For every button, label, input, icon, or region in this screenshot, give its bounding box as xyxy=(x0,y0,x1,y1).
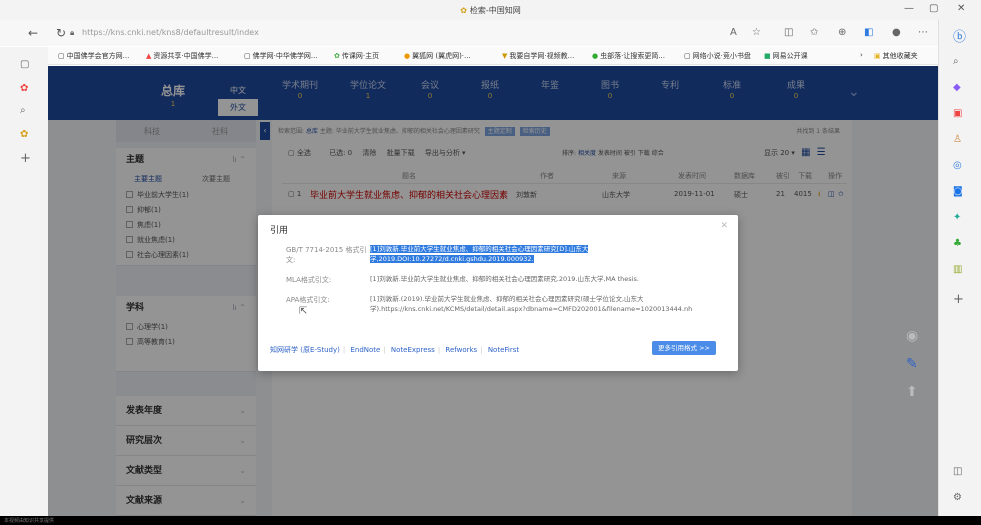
maximize-button[interactable]: ▢ xyxy=(929,3,938,14)
tab-cnki-icon[interactable]: ✿ xyxy=(20,129,28,140)
extension-icon[interactable]: ◧ xyxy=(864,27,873,38)
bookmark-item[interactable]: ▢ 中国佛学会官方网... xyxy=(58,51,129,61)
sidebar-search-icon[interactable]: ⌕ xyxy=(953,56,959,67)
read-aloud-icon[interactable]: A xyxy=(730,27,737,38)
cnki-logo-icon: ✿ xyxy=(460,6,467,15)
bookmark-item[interactable]: ▢ 网络小说·竞小书盘 xyxy=(684,51,751,61)
tab-actions-icon[interactable]: ▢ xyxy=(20,59,29,70)
favorites-icon[interactable]: ✩ xyxy=(810,27,818,38)
link-noteexpress[interactable]: NoteExpress xyxy=(391,346,435,354)
sidebar-layout-icon[interactable]: ◫ xyxy=(953,466,962,477)
more-citation-formats-button[interactable]: 更多引用格式 >> xyxy=(652,341,716,355)
mla-citation-text[interactable]: [1]刘敦新.毕业前大学生就业焦虑、抑郁的相关社会心理因素研究.2019.山东大… xyxy=(370,274,716,284)
gb-citation-label: GB/T 7714-2015 格式引文: xyxy=(286,246,367,264)
sidebar-outlook-icon[interactable]: ◙ xyxy=(953,186,963,197)
collections-icon[interactable]: ⊕ xyxy=(838,27,846,38)
sidebar-chart-icon[interactable]: ▥ xyxy=(953,264,962,275)
tab-favicon[interactable]: ✿ xyxy=(20,83,28,94)
browser-window: ✿ 检索-中国知网 — ▢ ✕ ← ↻ 🔒︎ https://kns.cnki.n… xyxy=(0,0,981,516)
settings-gear-icon[interactable]: ⚙ xyxy=(953,492,962,503)
bookmark-item[interactable]: ● 翼狐网 (翼虎网)·... xyxy=(404,51,471,61)
link-endnote[interactable]: EndNote xyxy=(350,346,380,354)
pen-icon[interactable]: ✎ xyxy=(906,356,918,372)
profile-avatar[interactable]: ● xyxy=(892,27,901,38)
floating-tools: ◉ ✎ ⬆ xyxy=(906,328,918,412)
sidebar-tag-icon[interactable]: ◆ xyxy=(953,82,961,93)
bookmark-item[interactable]: ▼ 我要自学网·视频教... xyxy=(502,51,574,61)
dialog-title: 引用 xyxy=(270,226,289,236)
export-links: 知网研学 (原E-Study) | EndNote | NoteExpress | R… xyxy=(270,346,520,354)
gb-citation-text[interactable]: [1]刘敦新.毕业前大学生就业焦虑、抑郁的相关社会心理因素研究[D].山东大学,… xyxy=(370,244,716,264)
refresh-icon[interactable]: ↻ xyxy=(56,26,66,40)
link-refworks[interactable]: Refworks xyxy=(445,346,477,354)
url-field[interactable]: https://kns.cnki.net/kns8/defaultresult/… xyxy=(82,28,259,37)
footer-note: 本视频由知识共享提供 xyxy=(4,518,55,524)
link-estudy[interactable]: 知网研学 (原E-Study) xyxy=(270,346,340,354)
sidebar-add-icon[interactable]: + xyxy=(953,292,964,307)
back-to-top-icon[interactable]: ⬆ xyxy=(906,384,918,400)
address-bar: ← ↻ 🔒︎ https://kns.cnki.net/kns8/default… xyxy=(0,20,981,46)
split-screen-icon[interactable]: ◫ xyxy=(784,27,793,38)
favorite-add-icon[interactable]: ☆ xyxy=(752,27,761,38)
more-menu-icon[interactable]: ⋯ xyxy=(918,27,928,38)
sidebar-tree-icon[interactable]: ♣ xyxy=(953,238,962,249)
bookmark-item[interactable]: ✿ 传课网·主页 xyxy=(334,51,379,61)
bookmark-item[interactable]: ▢ 佛学网·中华佛学网... xyxy=(244,51,318,61)
tab-search-icon[interactable]: ⌕ xyxy=(20,105,26,116)
edge-sidebar: ⓑ ⌕ ◆ ▣ ♙ ◎ ◙ ✦ ♣ ▥ + ◫ ⚙ xyxy=(938,20,981,516)
sidebar-games-icon[interactable]: ◎ xyxy=(953,160,962,171)
title-bar: ✿ 检索-中国知网 — ▢ ✕ xyxy=(0,0,981,20)
apa-citation-text[interactable]: [1]刘敦新.(2019).毕业前大学生就业焦虑、抑郁的相关社会心理因素研究(硕… xyxy=(370,294,716,314)
bookmark-item[interactable]: ▲ 资源共享·中国佛学... xyxy=(146,51,218,61)
minimize-button[interactable]: — xyxy=(904,3,914,14)
link-notefirst[interactable]: NoteFirst xyxy=(488,346,519,354)
vertical-tabs-sidebar: ▢ ✿ ⌕ ✿ + xyxy=(0,47,48,516)
apa-citation-label: APA格式引文: xyxy=(286,296,330,304)
bookmarks-bar: ▢ 中国佛学会官方网... ▲ 资源共享·中国佛学... ▢ 佛学网·中华佛学网...… xyxy=(48,47,938,65)
bookmark-item[interactable]: ■ 网易公开课 xyxy=(764,51,808,61)
back-icon[interactable]: ← xyxy=(28,26,38,40)
window-title: ✿ 检索-中国知网 xyxy=(460,6,521,15)
mouse-cursor-icon: ⇱ xyxy=(299,306,308,317)
lock-icon: 🔒︎ xyxy=(70,28,75,37)
close-window-button[interactable]: ✕ xyxy=(957,3,965,14)
bookmark-item[interactable]: ● 虫部落·让搜索更简... xyxy=(592,51,665,61)
feedback-icon[interactable]: ◉ xyxy=(906,328,918,344)
sidebar-tweet-icon[interactable]: ✦ xyxy=(953,212,961,223)
mla-citation-label: MLA格式引文: xyxy=(286,276,332,284)
sidebar-tools-icon[interactable]: ▣ xyxy=(953,108,962,119)
bookmarks-overflow-icon[interactable]: › xyxy=(860,51,863,59)
bing-icon[interactable]: ⓑ xyxy=(953,26,966,45)
new-tab-icon[interactable]: + xyxy=(20,151,31,166)
bookmark-folder[interactable]: ▣ 其他收藏夹 xyxy=(874,51,918,61)
close-icon[interactable]: ✕ xyxy=(720,221,728,231)
sidebar-people-icon[interactable]: ♙ xyxy=(953,134,962,145)
citation-dialog: 引用 ✕ GB/T 7714-2015 格式引文: [1]刘敦新.毕业前大学生就… xyxy=(258,215,738,371)
